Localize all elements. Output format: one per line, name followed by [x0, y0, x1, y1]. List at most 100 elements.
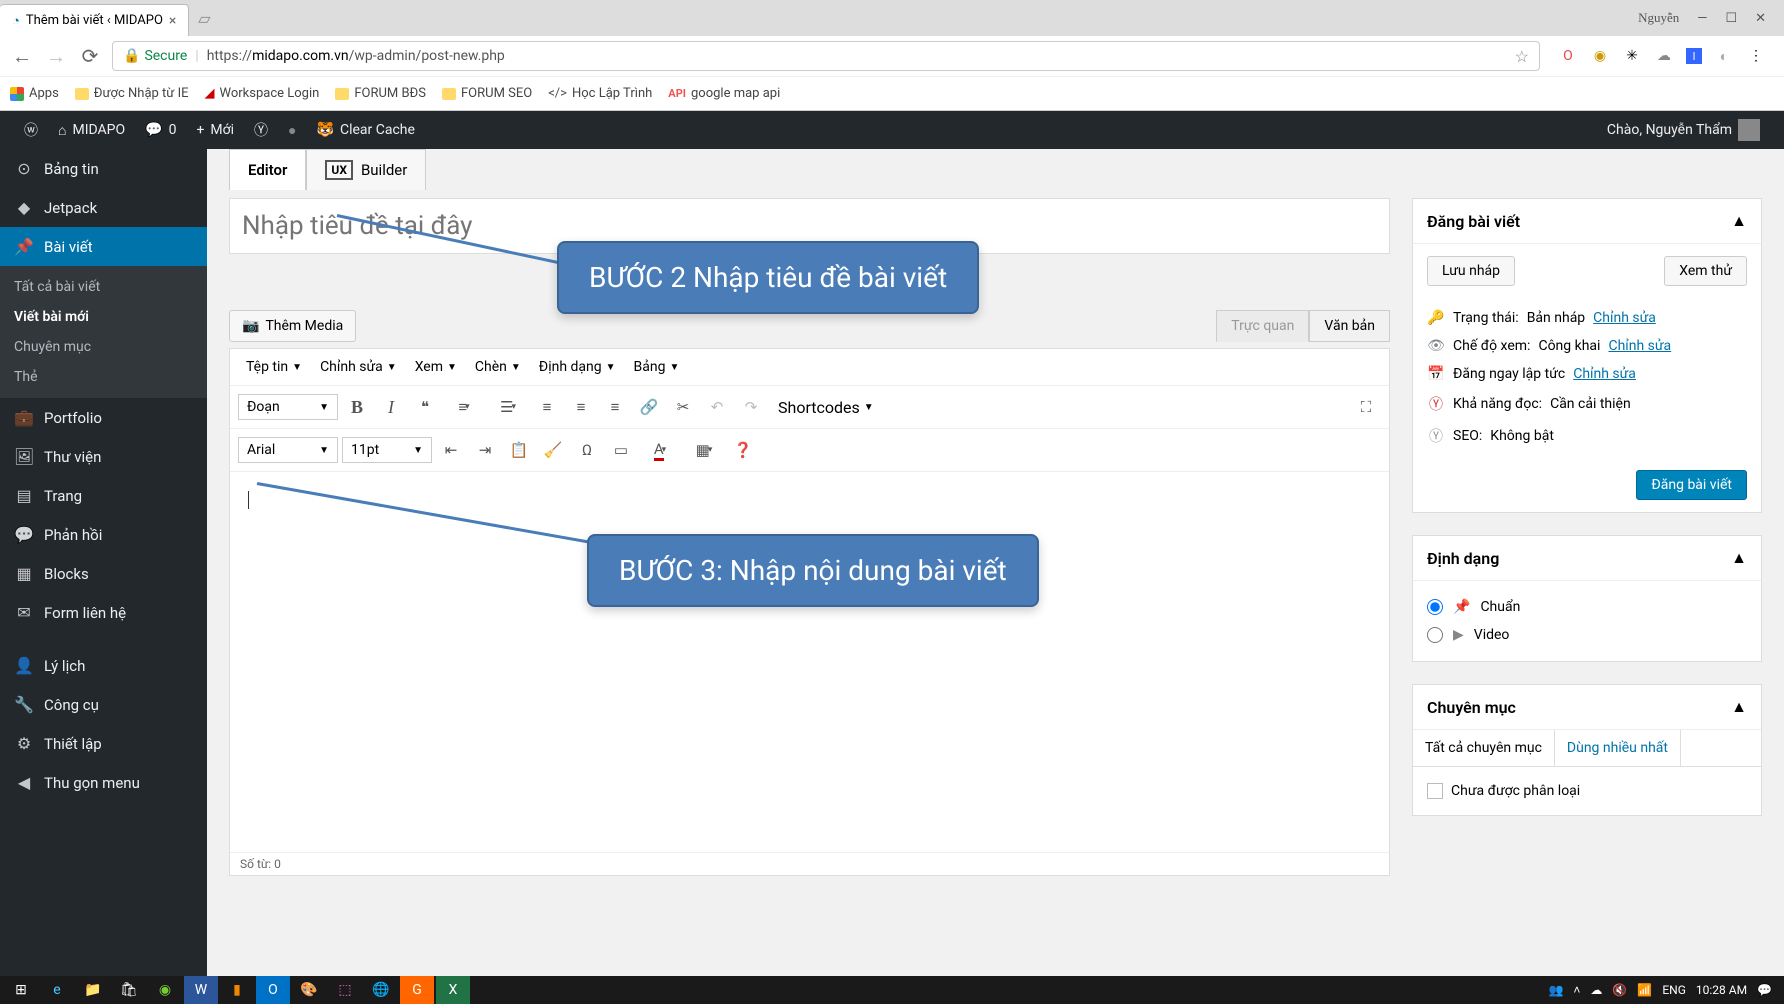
menu-file[interactable]: Tệp tin▼ [238, 355, 310, 379]
menu-media[interactable]: 🖼Thư viện [0, 437, 207, 476]
preview-button[interactable]: Xem thử [1664, 256, 1747, 286]
opera-icon[interactable]: O [1558, 46, 1578, 66]
align-center-button[interactable]: ≡ [566, 392, 596, 422]
text-tab[interactable]: Văn bản [1309, 310, 1390, 342]
ext-icon-2[interactable]: ✳ [1622, 46, 1642, 66]
clear-cache-link[interactable]: 🐯Clear Cache [307, 111, 425, 149]
tray-wifi-icon[interactable]: 📶 [1637, 983, 1652, 997]
help-button[interactable]: ❓ [728, 435, 758, 465]
tab-all-categories[interactable]: Tất cả chuyên mục [1413, 730, 1555, 766]
window-close-icon[interactable]: ✕ [1755, 11, 1766, 26]
editor-content[interactable] [230, 472, 1389, 852]
menu-profile[interactable]: 👤Lý lịch [0, 646, 207, 685]
publish-heading[interactable]: Đăng bài viết▲ [1413, 199, 1761, 244]
format-standard-row[interactable]: 📌 Chuẩn [1427, 593, 1747, 621]
outlook-icon[interactable]: O [256, 976, 290, 1004]
add-media-button[interactable]: 📷Thêm Media [229, 310, 356, 342]
menu-edit[interactable]: Chỉnh sửa▼ [312, 355, 405, 379]
visual-tab[interactable]: Trực quan [1216, 310, 1309, 342]
star-icon[interactable]: ☆ [1515, 47, 1529, 66]
tray-up-icon[interactable]: ˄ [1573, 983, 1580, 997]
blockquote-button[interactable]: ❝ [410, 392, 440, 422]
app-icon-4[interactable]: G [400, 976, 434, 1004]
format-standard-radio[interactable] [1427, 599, 1443, 615]
bookmark-5[interactable]: </>Học Lập Trình [548, 86, 652, 101]
new-tab-button[interactable]: ▱ [189, 9, 219, 28]
clear-format-button[interactable]: 🧹 [538, 435, 568, 465]
checkbox[interactable] [1427, 783, 1443, 799]
ext-icon-5[interactable]: ◐ [1714, 46, 1734, 66]
menu-settings[interactable]: ⚙Thiết lập [0, 724, 207, 763]
italic-button[interactable]: I [376, 392, 406, 422]
bookmark-1[interactable]: Được Nhập từ IE [75, 86, 189, 101]
window-maximize-icon[interactable]: ☐ [1725, 11, 1737, 26]
text-color-button[interactable]: A▾ [640, 435, 680, 465]
ext-icon-3[interactable]: ☁ [1654, 46, 1674, 66]
edit-visibility-link[interactable]: Chỉnh sửa [1608, 338, 1671, 354]
menu-portfolio[interactable]: 💼Portfolio [0, 398, 207, 437]
tab-most-used[interactable]: Dùng nhiều nhất [1555, 730, 1681, 766]
menu-view[interactable]: Xem▼ [407, 355, 465, 379]
format-video-radio[interactable] [1427, 627, 1443, 643]
special-char-button[interactable]: Ω [572, 435, 602, 465]
menu-table[interactable]: Bảng▼ [626, 355, 688, 379]
tray-cloud-icon[interactable]: ☁ [1590, 983, 1602, 997]
wp-logo-icon[interactable]: ⓦ [14, 111, 48, 149]
undo-button[interactable]: ↶ [702, 392, 732, 422]
edge-icon[interactable]: e [40, 976, 74, 1004]
nav-reload-icon[interactable]: ⟳ [78, 44, 102, 68]
menu-forms[interactable]: ✉Form liên hệ [0, 593, 207, 632]
submenu-new-post[interactable]: Viết bài mới [0, 302, 207, 332]
menu-collapse[interactable]: ◀Thu gọn menu [0, 763, 207, 802]
save-draft-button[interactable]: Lưu nháp [1427, 256, 1515, 286]
format-heading[interactable]: Định dạng▲ [1413, 536, 1761, 581]
excel-icon[interactable]: X [436, 976, 470, 1004]
store-icon[interactable]: 🛍 [112, 976, 146, 1004]
font-select[interactable]: Arial▼ [238, 437, 338, 463]
menu-pages[interactable]: ▤Trang [0, 476, 207, 515]
paste-button[interactable]: 📋 [504, 435, 534, 465]
submenu-tags[interactable]: Thẻ [0, 362, 207, 392]
fontsize-select[interactable]: 11pt▼ [342, 437, 432, 463]
table-button[interactable]: ▦▾ [684, 435, 724, 465]
category-uncategorized[interactable]: Chưa được phân loại [1427, 779, 1747, 803]
bookmark-3[interactable]: FORUM BĐS [335, 86, 426, 101]
read-more-button[interactable]: ▭ [606, 435, 636, 465]
ext-icon-1[interactable]: ◉ [1590, 46, 1610, 66]
unlink-button[interactable]: ✂ [668, 392, 698, 422]
publish-button[interactable]: Đăng bài viết [1636, 470, 1747, 500]
nav-back-icon[interactable]: ← [10, 44, 34, 69]
edit-schedule-link[interactable]: Chỉnh sửa [1573, 366, 1636, 382]
redo-button[interactable]: ↷ [736, 392, 766, 422]
bookmark-2[interactable]: ◢Workspace Login [205, 86, 320, 101]
bullet-list-button[interactable]: ≡▾ [444, 392, 484, 422]
bold-button[interactable]: B [342, 392, 372, 422]
bookmark-4[interactable]: FORUM SEO [442, 86, 532, 101]
format-video-row[interactable]: ▶ Video [1427, 621, 1747, 649]
app-icon-2[interactable]: ▮ [220, 976, 254, 1004]
app-icon-1[interactable]: ◉ [148, 976, 182, 1004]
user-greeting[interactable]: Chào, Nguyễn Thẩm [1597, 111, 1770, 149]
tray-clock[interactable]: 10:28 AM [1696, 983, 1747, 997]
start-button[interactable]: ⊞ [4, 976, 38, 1004]
align-right-button[interactable]: ≡ [600, 392, 630, 422]
menu-posts[interactable]: 📌Bài viết [0, 227, 207, 266]
comments-link[interactable]: 💬0 [135, 111, 186, 149]
menu-comments[interactable]: 💬Phản hồi [0, 515, 207, 554]
url-input[interactable]: 🔒 Secure | https://midapo.com.vn/wp-admi… [112, 41, 1540, 71]
fullscreen-button[interactable]: ⛶ [1351, 392, 1381, 422]
menu-insert[interactable]: Chèn▼ [467, 355, 529, 379]
tray-volume-icon[interactable]: 🔇 [1612, 983, 1627, 997]
menu-format[interactable]: Định dạng▼ [531, 355, 624, 379]
indent-button[interactable]: ⇥ [470, 435, 500, 465]
status-dot-icon[interactable]: ● [278, 111, 306, 149]
tab-builder[interactable]: UXBuilder [306, 149, 426, 190]
tray-lang[interactable]: ENG [1662, 983, 1686, 997]
number-list-button[interactable]: ☰▾ [488, 392, 528, 422]
align-left-button[interactable]: ≡ [532, 392, 562, 422]
site-link[interactable]: ⌂MIDAPO [48, 111, 135, 149]
tray-notifications-icon[interactable]: 💬 [1757, 983, 1772, 997]
chrome-icon[interactable]: 🌐 [364, 976, 398, 1004]
categories-heading[interactable]: Chuyên mục▲ [1413, 685, 1761, 730]
tab-close-icon[interactable]: × [169, 13, 176, 29]
